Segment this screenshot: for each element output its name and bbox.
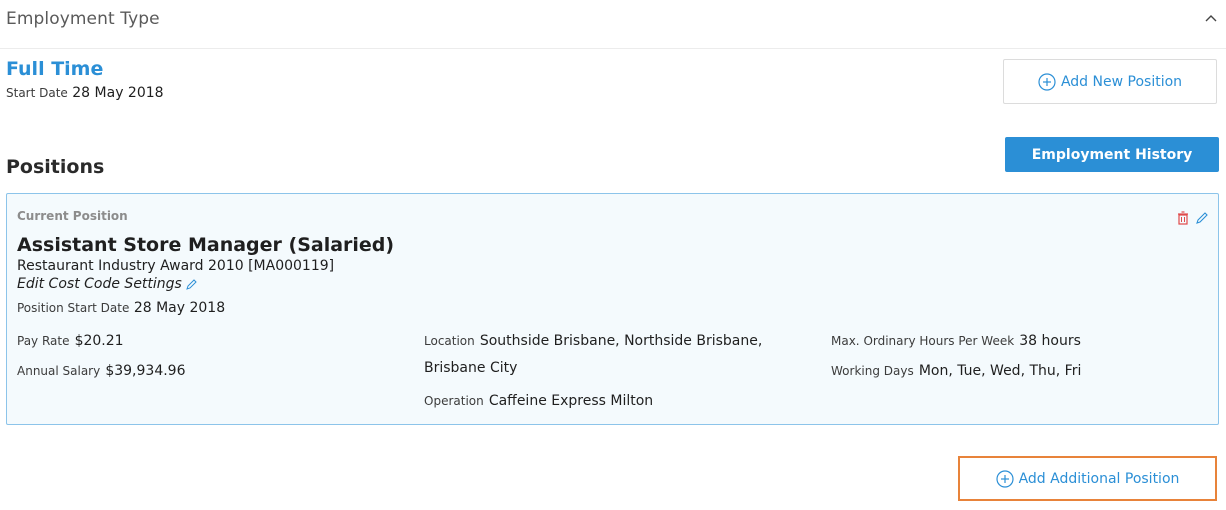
position-award: Restaurant Industry Award 2010 [MA000119… (17, 258, 335, 274)
position-start-label: Position Start Date (17, 301, 130, 315)
working-days-label: Working Days (831, 364, 914, 378)
edit-cost-code-link[interactable]: Edit Cost Code Settings (17, 276, 198, 292)
chevron-up-icon[interactable] (1203, 10, 1219, 26)
section-title: Employment Type (6, 9, 160, 29)
annual-salary-label: Annual Salary (17, 364, 101, 378)
employment-type: Full Time (6, 58, 104, 80)
pay-rate-row: Pay Rate $20.21 (17, 330, 124, 349)
max-hours-row: Max. Ordinary Hours Per Week 38 hours (831, 330, 1081, 349)
trash-icon[interactable] (1177, 211, 1189, 225)
current-position-tag: Current Position (17, 209, 128, 223)
start-date-value: 28 May 2018 (72, 85, 164, 101)
position-start-row: Position Start Date 28 May 2018 (17, 300, 225, 316)
position-start-value: 28 May 2018 (133, 300, 226, 316)
annual-salary-value: $39,934.96 (105, 363, 186, 379)
working-days-row: Working Days Mon, Tue, Wed, Thu, Fri (831, 360, 1081, 379)
position-role: Assistant Store Manager (Salaried) (17, 234, 395, 256)
location-row: Location Southside Brisbane, Northside B… (424, 330, 762, 349)
add-new-position-button[interactable]: Add New Position (1003, 59, 1217, 104)
max-hours-value: 38 hours (1019, 333, 1081, 349)
pencil-icon[interactable] (1195, 211, 1209, 225)
plus-circle-icon (995, 469, 1014, 488)
max-hours-label: Max. Ordinary Hours Per Week (831, 334, 1015, 348)
current-position-card: Current Position Assistant Store Manager… (6, 193, 1219, 425)
start-date-row: Start Date 28 May 2018 (6, 85, 164, 101)
pay-rate-value: $20.21 (74, 333, 124, 349)
header-divider (0, 48, 1226, 49)
positions-heading: Positions (6, 156, 105, 178)
add-additional-position-label: Add Additional Position (1018, 470, 1180, 487)
operation-value: Caffeine Express Milton (488, 393, 654, 409)
add-new-position-label: Add New Position (1060, 73, 1183, 90)
location-value-line2: Brisbane City (424, 360, 518, 376)
pencil-icon (186, 279, 197, 290)
location-label: Location (424, 334, 475, 348)
operation-label: Operation (424, 394, 484, 408)
pay-rate-label: Pay Rate (17, 334, 70, 348)
location-value-line1: Southside Brisbane, Northside Brisbane, (479, 333, 763, 349)
start-date-label: Start Date (6, 86, 68, 100)
working-days-value: Mon, Tue, Wed, Thu, Fri (918, 363, 1082, 379)
add-additional-position-button[interactable]: Add Additional Position (958, 456, 1217, 501)
annual-salary-row: Annual Salary $39,934.96 (17, 360, 186, 379)
plus-circle-icon (1038, 72, 1056, 91)
operation-row: Operation Caffeine Express Milton (424, 390, 653, 409)
employment-history-button[interactable]: Employment History (1005, 137, 1219, 172)
edit-cost-code-label: Edit Cost Code Settings (17, 276, 182, 292)
